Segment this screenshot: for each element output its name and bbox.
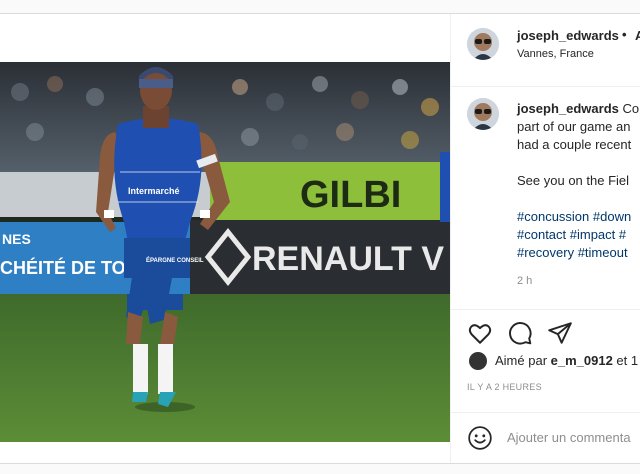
likes-text: Aimé par e_m_0912 et 1 (495, 353, 638, 368)
caption-avatar[interactable] (467, 98, 499, 130)
share-icon[interactable] (547, 320, 573, 346)
header-separator: • (622, 27, 627, 42)
post-photo[interactable]: GILBI NES CHÉITÉ DE TO RENAULT V Interma… (0, 62, 450, 442)
jersey-sponsor-text: Intermarché (128, 186, 180, 196)
hashtags-line-1[interactable]: #concussion #down (517, 208, 640, 226)
banner-left-bottom-text: CHÉITÉ DE TO (0, 257, 126, 278)
comment-input[interactable]: Ajouter un commenta (507, 430, 631, 445)
caption-line-2: part of our game an (517, 119, 631, 134)
liker-avatar (469, 352, 487, 370)
avatar-image (467, 28, 499, 60)
liker-username[interactable]: e_m_0912 (551, 353, 613, 368)
banner-green-text: GILBI (300, 174, 401, 216)
avatar[interactable] (467, 28, 499, 60)
post-timestamp: IL Y A 2 HEURES (467, 382, 542, 392)
post-caption: joseph_edwards Co part of our game an ha… (517, 100, 640, 290)
caption-line-1: joseph_edwards Co (517, 100, 640, 118)
location-link[interactable]: Vannes, France (517, 48, 594, 60)
caption-gap-2 (517, 190, 640, 208)
caption-text-1: Co (622, 101, 640, 116)
caption-time: 2 h (517, 275, 533, 287)
banner-renault-text: RENAULT V (252, 240, 444, 278)
post-sidebar: joseph_edwards • A Vannes, France joseph… (450, 14, 640, 463)
likes-prefix: Aimé par (495, 353, 551, 368)
follow-button[interactable]: A (635, 28, 640, 43)
caption-line-3: had a couple recent (517, 137, 632, 152)
hashtags-line-2[interactable]: #contact #impact # (517, 226, 640, 244)
shorts-sponsor-text: ÉPARGNE CONSEIL (146, 256, 204, 264)
rugby-player-photo: GILBI NES CHÉITÉ DE TO RENAULT V Interma… (0, 62, 450, 442)
emoji-icon[interactable] (467, 425, 493, 451)
caption-avatar-image (467, 98, 499, 130)
heart-icon[interactable] (467, 320, 493, 346)
comment-icon[interactable] (507, 320, 533, 346)
comment-box: Ajouter un commenta (451, 412, 640, 464)
banner-left-top-text: NES (2, 231, 31, 247)
hashtags-line-3[interactable]: #recovery #timeout (517, 244, 640, 262)
caption-line-4: See you on the Fiel (517, 173, 630, 188)
post-header: joseph_edwards • A Vannes, France (451, 14, 640, 87)
action-bar (451, 309, 640, 350)
caption-gap (517, 154, 640, 172)
caption-username[interactable]: joseph_edwards (517, 101, 619, 116)
instagram-post: GILBI NES CHÉITÉ DE TO RENAULT V Interma… (0, 13, 640, 464)
username-link[interactable]: joseph_edwards (517, 28, 619, 43)
likes-suffix: et 1 (612, 353, 639, 368)
